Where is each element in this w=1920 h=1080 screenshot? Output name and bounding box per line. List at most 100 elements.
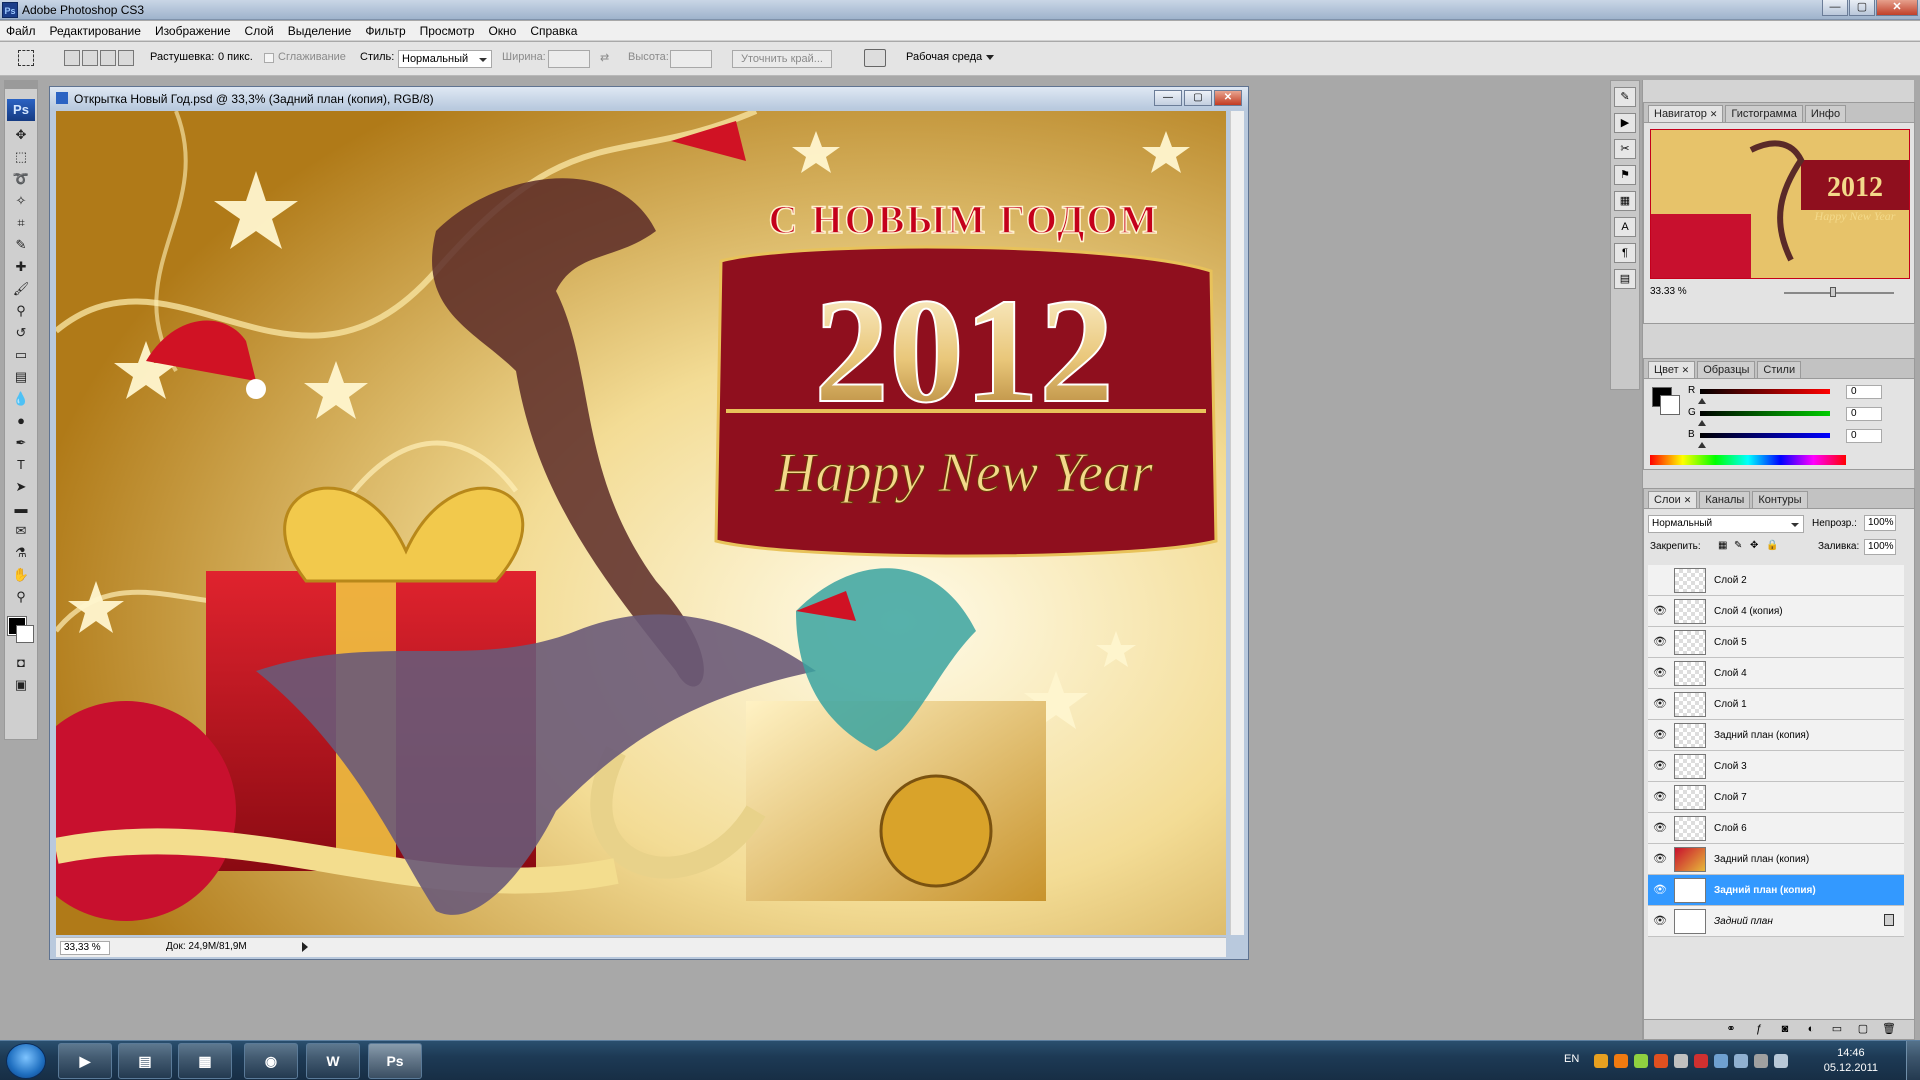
color-b-value[interactable]: 0 <box>1846 429 1882 443</box>
close-button[interactable]: ✕ <box>1876 0 1918 16</box>
layer-row[interactable]: 👁 Задний план <box>1648 906 1904 937</box>
style-select[interactable]: Нормальный <box>398 50 492 68</box>
intersect-selection-icon[interactable] <box>118 50 134 66</box>
brushes-panel-icon[interactable]: ✎ <box>1614 87 1636 107</box>
fg-bg-colors[interactable] <box>6 615 36 645</box>
brush-tool-icon[interactable]: 🖌 <box>9 279 33 299</box>
color-bg-swatch[interactable] <box>1660 395 1680 415</box>
width-input[interactable] <box>548 50 590 68</box>
layer-row[interactable]: 👁 Слой 4 <box>1648 658 1904 689</box>
layer-style-icon[interactable]: ƒ <box>1752 1023 1766 1035</box>
color-spectrum-bar[interactable] <box>1650 455 1846 465</box>
visibility-eye-icon[interactable]: 👁 <box>1652 914 1668 928</box>
visibility-eye-icon[interactable] <box>1652 573 1668 587</box>
eyedropper-icon[interactable]: ⚗ <box>9 543 33 563</box>
visibility-eye-icon[interactable]: 👁 <box>1652 604 1668 618</box>
crop-tool-icon[interactable]: ⌗ <box>9 213 33 233</box>
tray-media-icon[interactable] <box>1614 1054 1628 1068</box>
lock-position-icon[interactable]: ✥ <box>1750 540 1758 551</box>
bridge-icon[interactable] <box>864 49 886 67</box>
color-g-slider[interactable] <box>1700 411 1830 416</box>
tab-channels[interactable]: Каналы <box>1699 491 1751 508</box>
color-panel-swatches[interactable] <box>1652 387 1680 415</box>
color-r-value[interactable]: 0 <box>1846 385 1882 399</box>
menu-image[interactable]: Изображение <box>155 24 231 38</box>
taskbar-explorer[interactable]: ▤ <box>118 1043 172 1079</box>
tray-app-icon[interactable] <box>1594 1054 1608 1068</box>
lock-image-icon[interactable]: ✎ <box>1734 540 1742 551</box>
layer-row[interactable]: Слой 2 <box>1648 565 1904 596</box>
tray-flag-icon[interactable] <box>1674 1054 1688 1068</box>
actions-panel-icon[interactable]: ▦ <box>1614 191 1636 211</box>
background-color-swatch[interactable] <box>16 625 34 643</box>
color-r-slider[interactable] <box>1700 389 1830 394</box>
zoom-level-field[interactable]: 33,33 % <box>60 941 110 955</box>
visibility-eye-icon[interactable]: 👁 <box>1652 821 1668 835</box>
language-indicator[interactable]: EN <box>1564 1053 1579 1065</box>
healing-brush-icon[interactable]: ✚ <box>9 257 33 277</box>
adjustment-layer-icon[interactable]: ◐ <box>1804 1023 1818 1035</box>
visibility-eye-icon[interactable]: 👁 <box>1652 635 1668 649</box>
visibility-eye-icon[interactable]: 👁 <box>1652 666 1668 680</box>
delete-layer-icon[interactable]: 🗑 <box>1882 1023 1896 1035</box>
visibility-eye-icon[interactable]: 👁 <box>1652 759 1668 773</box>
slice-tool-icon[interactable]: ✎ <box>9 235 33 255</box>
show-desktop-button[interactable] <box>1906 1041 1920 1080</box>
document-title-bar[interactable]: Открытка Новый Год.psd @ 33,3% (Задний п… <box>50 87 1248 109</box>
ps-app-icon[interactable]: Ps <box>2 2 18 18</box>
path-select-icon[interactable]: ➤ <box>9 477 33 497</box>
add-selection-icon[interactable] <box>82 50 98 66</box>
layer-comps-icon[interactable]: ✂ <box>1614 139 1636 159</box>
visibility-eye-icon[interactable]: 👁 <box>1652 852 1668 866</box>
color-r-handle[interactable] <box>1698 394 1706 404</box>
navigator-zoom-slider[interactable] <box>1784 292 1894 294</box>
navigator-zoom-knob[interactable] <box>1830 287 1836 297</box>
doc-close-button[interactable]: ✕ <box>1214 90 1242 106</box>
navigator-thumbnail[interactable]: 2012 Happy New Year <box>1650 129 1910 279</box>
navigator-zoom[interactable]: 33.33 % <box>1650 286 1687 297</box>
tray-antivirus-icon[interactable] <box>1694 1054 1708 1068</box>
vertical-scrollbar[interactable] <box>1230 111 1244 935</box>
layer-row[interactable]: 👁 Слой 5 <box>1648 627 1904 658</box>
taskbar-media-player[interactable]: ▶ <box>58 1043 112 1079</box>
visibility-eye-icon[interactable]: 👁 <box>1652 790 1668 804</box>
character-panel-icon[interactable]: A <box>1614 217 1636 237</box>
tray-clock[interactable]: 14:46 05.12.2011 <box>1824 1046 1878 1076</box>
visibility-eye-icon[interactable]: 👁 <box>1652 883 1668 897</box>
tab-color[interactable]: Цвет ✕ <box>1648 361 1696 378</box>
height-input[interactable] <box>670 50 712 68</box>
dodge-tool-icon[interactable]: ● <box>9 411 33 431</box>
layer-row[interactable]: 👁 Задний план (копия) <box>1648 720 1904 751</box>
opacity-value[interactable]: 100% <box>1864 515 1896 531</box>
tab-histogram[interactable]: Гистограмма <box>1725 105 1803 122</box>
magic-wand-icon[interactable]: ✧ <box>9 191 33 211</box>
zoom-tool-icon[interactable]: ⚲ <box>9 587 33 607</box>
color-g-value[interactable]: 0 <box>1846 407 1882 421</box>
layer-row-selected[interactable]: 👁 Задний план (копия) <box>1648 875 1904 906</box>
new-group-icon[interactable]: ▭ <box>1830 1023 1844 1035</box>
menu-filter[interactable]: Фильтр <box>365 24 405 38</box>
history-panel-icon[interactable]: ⚑ <box>1614 165 1636 185</box>
tool-presets-icon[interactable]: ▶ <box>1614 113 1636 133</box>
menu-window[interactable]: Окно <box>488 24 516 38</box>
tray-display-icon[interactable] <box>1734 1054 1748 1068</box>
tab-paths[interactable]: Контуры <box>1752 491 1808 508</box>
antialias-checkbox[interactable] <box>264 53 274 63</box>
link-layers-icon[interactable]: ⚭ <box>1724 1023 1738 1035</box>
visibility-eye-icon[interactable]: 👁 <box>1652 728 1668 742</box>
paragraph-panel-icon[interactable]: ¶ <box>1614 243 1636 263</box>
layer-row[interactable]: 👁 Слой 1 <box>1648 689 1904 720</box>
clone-stamp-icon[interactable]: ⚲ <box>9 301 33 321</box>
clone-source-icon[interactable]: ▤ <box>1614 269 1636 289</box>
menu-select[interactable]: Выделение <box>288 24 352 38</box>
pen-tool-icon[interactable]: ✒ <box>9 433 33 453</box>
layer-row[interactable]: 👁 Слой 6 <box>1648 813 1904 844</box>
blend-mode-select[interactable]: Нормальный <box>1648 515 1804 533</box>
workspace-menu[interactable]: Рабочая среда <box>906 51 995 63</box>
refine-edge-button[interactable]: Уточнить край... <box>732 50 832 68</box>
new-layer-icon[interactable]: ▢ <box>1856 1023 1870 1035</box>
layer-row[interactable]: 👁 Задний план (копия) <box>1648 844 1904 875</box>
tab-navigator[interactable]: Навигатор ✕ <box>1648 105 1724 122</box>
color-g-handle[interactable] <box>1698 416 1706 426</box>
color-b-slider[interactable] <box>1700 433 1830 438</box>
